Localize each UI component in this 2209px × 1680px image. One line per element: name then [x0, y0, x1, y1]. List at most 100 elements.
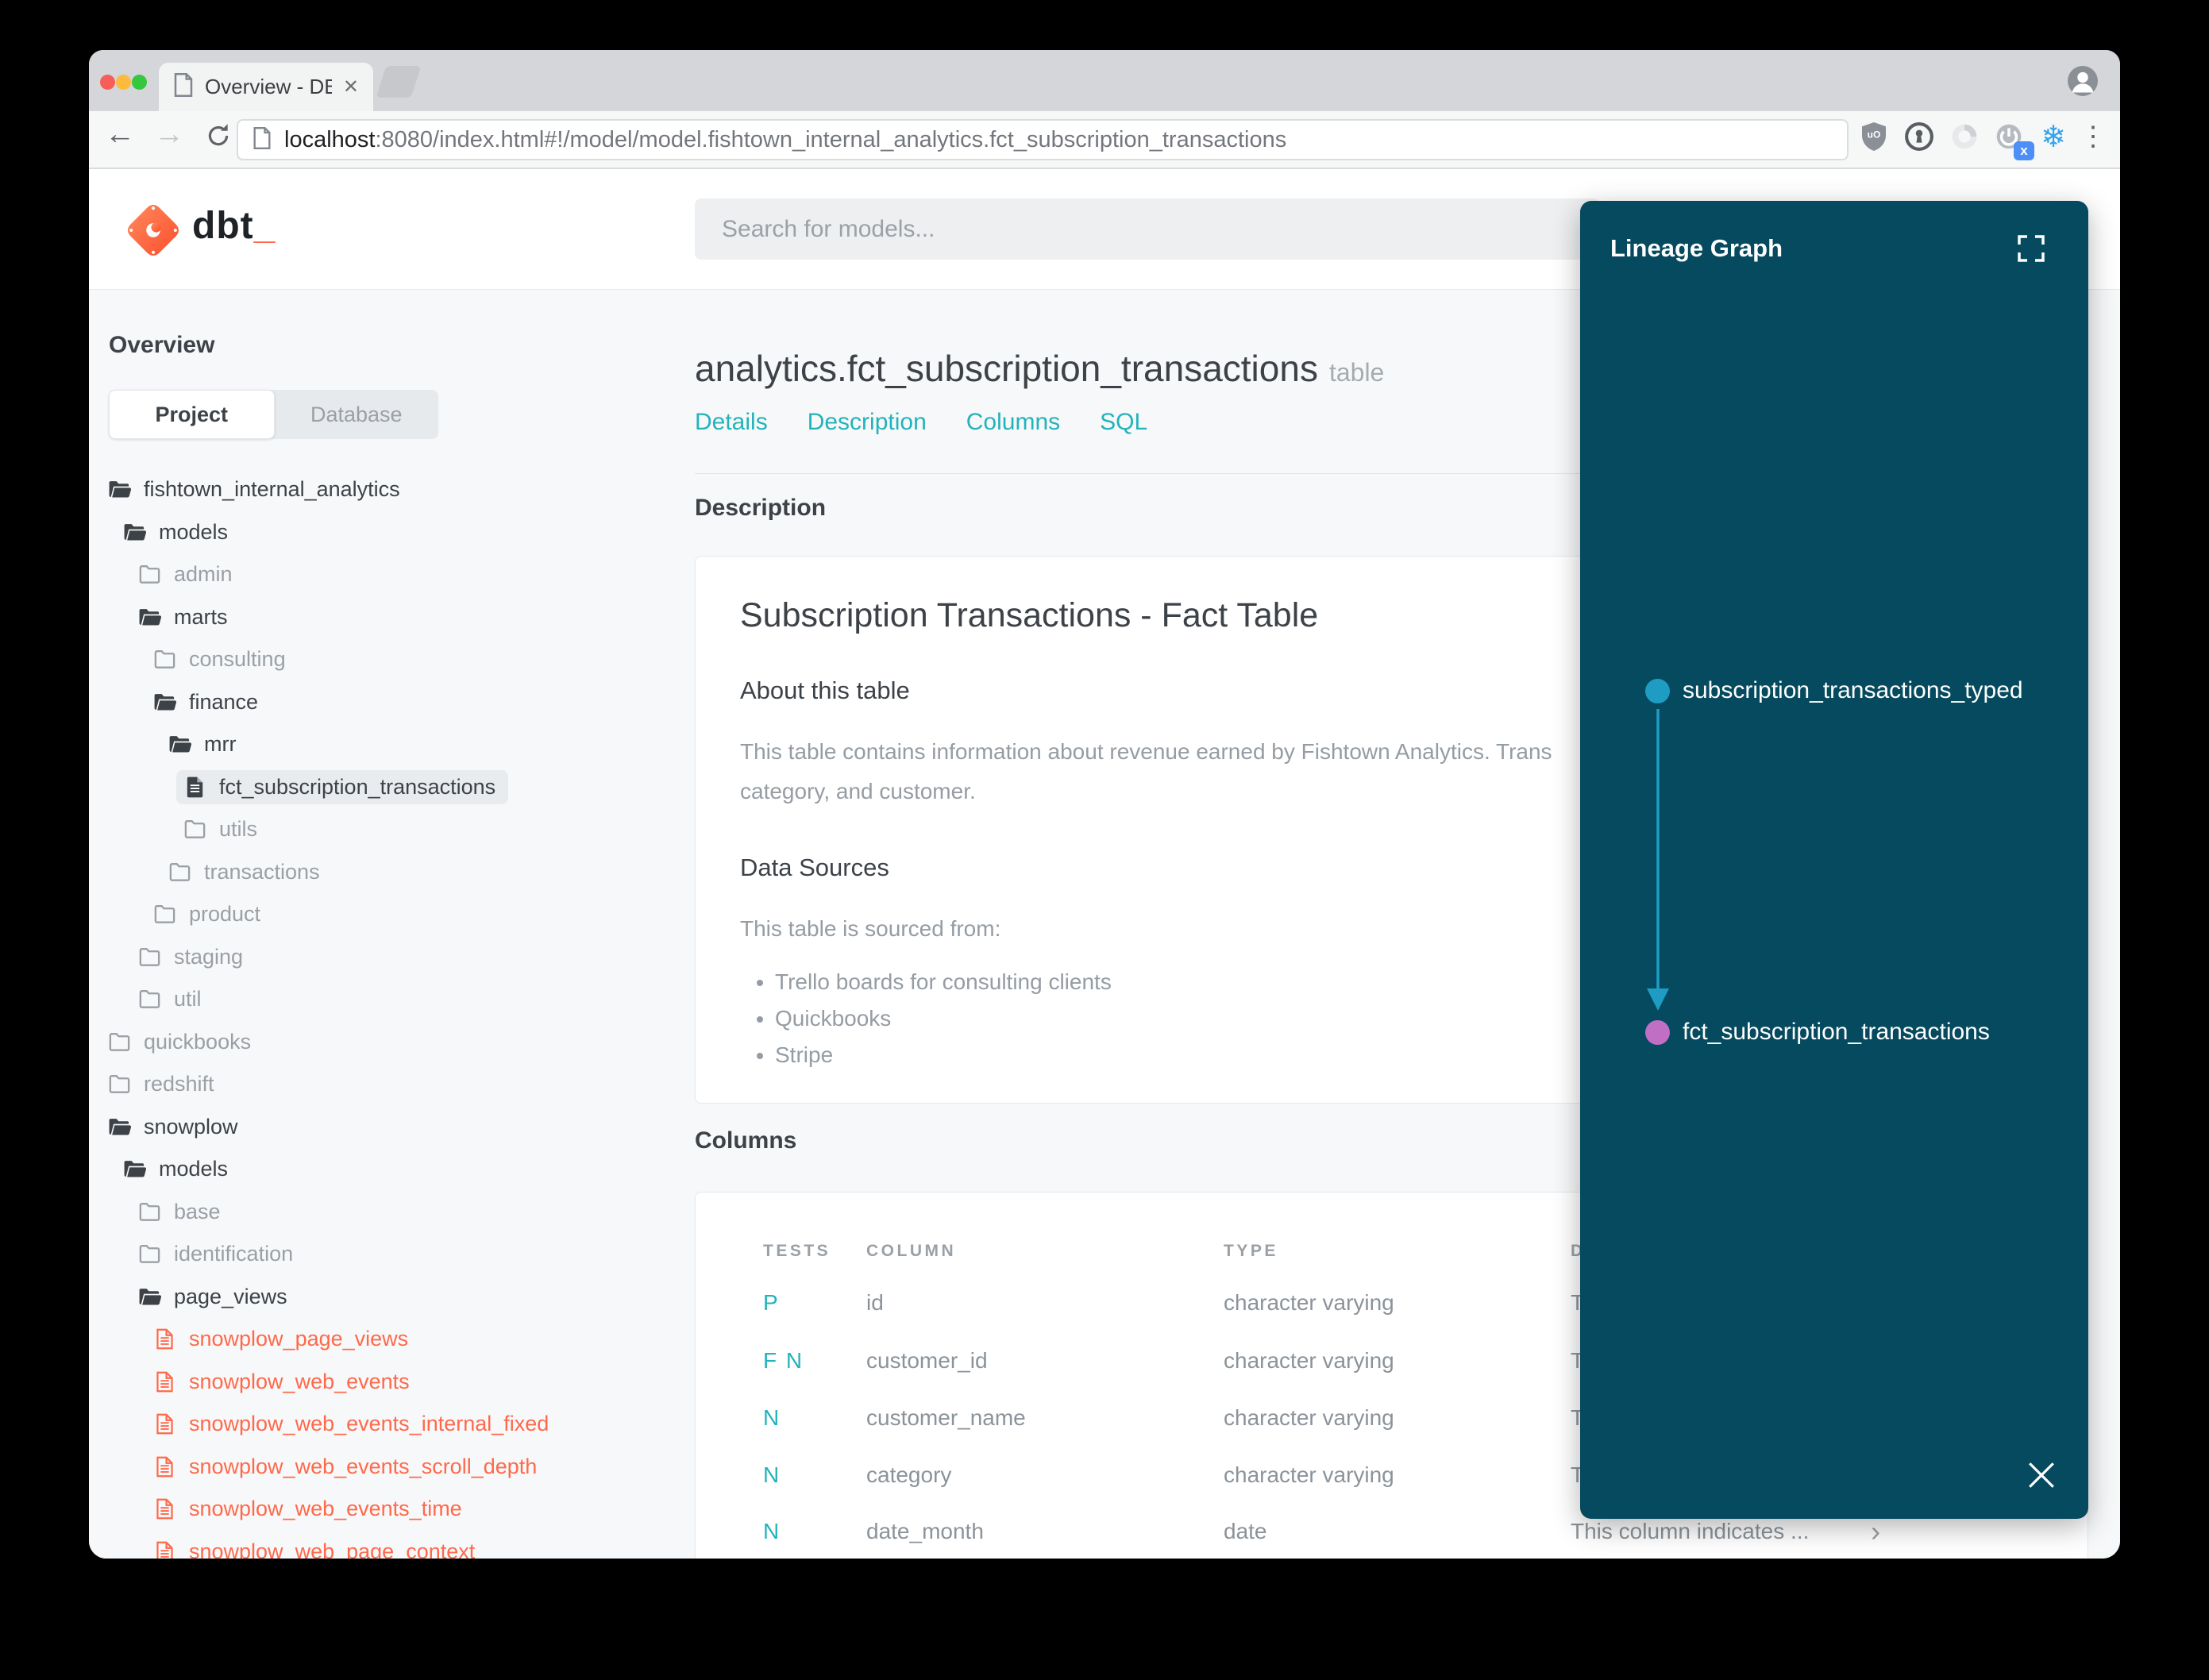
fullscreen-icon[interactable]	[2017, 234, 2045, 263]
tree-item-util[interactable]: util	[89, 978, 677, 1021]
nav-description[interactable]: Description	[808, 409, 927, 436]
close-window-button[interactable]	[100, 75, 115, 90]
tree-item-label: mrr	[204, 732, 237, 757]
search-input[interactable]	[695, 198, 1600, 260]
tree-item-snowplow[interactable]: snowplow	[89, 1106, 677, 1149]
profile-avatar-icon[interactable]	[2068, 66, 2098, 100]
tree-item-fct_subscription_transactions[interactable]: fct_subscription_transactions	[89, 766, 677, 809]
minimize-window-button[interactable]	[116, 75, 131, 90]
tree-item-staging[interactable]: staging	[89, 936, 677, 979]
tree-item-fishtown_internal_analytics[interactable]: fishtown_internal_analytics	[89, 468, 677, 511]
tree-item-utils[interactable]: utils	[89, 808, 677, 851]
expand-row-chevron-icon[interactable]: ›	[1871, 1515, 1880, 1548]
tests-badge: F N	[763, 1348, 804, 1373]
tree-item-redshift[interactable]: redshift	[89, 1063, 677, 1106]
tree-item-label: identification	[174, 1242, 294, 1266]
folder-icon	[137, 1242, 162, 1266]
power-extension-icon[interactable]: x	[1991, 119, 2034, 160]
tree-item-identification[interactable]: identification	[89, 1233, 677, 1276]
nav-details[interactable]: Details	[695, 409, 768, 436]
file-accent-icon	[152, 1539, 177, 1559]
file-accent-icon	[152, 1497, 177, 1521]
tree-item-base[interactable]: base	[89, 1191, 677, 1234]
onepassword-extension-icon[interactable]	[1902, 119, 1937, 154]
tree-item-label: redshift	[144, 1072, 214, 1096]
column-name: customer_id	[866, 1348, 988, 1373]
page-title: analytics.fct_subscription_transactions t…	[695, 348, 1385, 389]
tree-item-transactions[interactable]: transactions	[89, 851, 677, 894]
column-type: character varying	[1224, 1405, 1394, 1430]
tree-item-label: consulting	[189, 647, 286, 672]
nav-columns[interactable]: Columns	[966, 409, 1060, 436]
tree-item-label: snowplow_page_views	[189, 1327, 409, 1351]
tree-item-snowplow_page_views[interactable]: snowplow_page_views	[89, 1318, 677, 1361]
folder-icon	[152, 902, 177, 927]
tree-item-models[interactable]: models	[89, 511, 677, 554]
url-host: localhost	[284, 126, 376, 152]
logo-text: dbt	[192, 205, 254, 247]
tab-project[interactable]: Project	[109, 390, 275, 439]
browser-menu-icon[interactable]: ⋮	[2076, 119, 2111, 154]
back-icon[interactable]: ←	[100, 118, 140, 152]
lineage-node-current[interactable]: fct_subscription_transactions	[1645, 1019, 1990, 1046]
close-tab-icon[interactable]: ✕	[343, 75, 359, 98]
header-type: TYPE	[1224, 1242, 1278, 1260]
dbt-logo[interactable]: dbt_	[127, 204, 276, 256]
tree-item-marts[interactable]: marts	[89, 596, 677, 639]
folder-icon	[137, 1200, 162, 1224]
tree-item-label: util	[174, 987, 202, 1011]
tree-item-snowplow_web_events_scroll_depth[interactable]: snowplow_web_events_scroll_depth	[89, 1446, 677, 1489]
tab-database[interactable]: Database	[275, 390, 439, 439]
tree-item-models[interactable]: models	[89, 1148, 677, 1191]
tree-item-label: product	[189, 902, 261, 927]
tree-item-quickbooks[interactable]: quickbooks	[89, 1021, 677, 1064]
snowflake-extension-icon[interactable]: ❄	[2036, 119, 2071, 154]
tree-item-label: models	[159, 1157, 229, 1181]
page-favicon-icon	[173, 73, 194, 101]
tree-item-snowplow_web_events_internal_fixed[interactable]: snowplow_web_events_internal_fixed	[89, 1403, 677, 1446]
tree-item-label: admin	[174, 562, 233, 587]
url-bar[interactable]: localhost:8080/index.html#!/model/model.…	[237, 119, 1849, 160]
node-dot	[1645, 678, 1670, 703]
folder-open-icon	[168, 732, 192, 757]
close-lineage-icon[interactable]	[2026, 1460, 2057, 1490]
tree-item-label: marts	[174, 604, 228, 629]
lineage-title: Lineage Graph	[1610, 234, 1783, 262]
tree-item-snowplow_web_events_time[interactable]: snowplow_web_events_time	[89, 1488, 677, 1531]
tree-item-finance[interactable]: finance	[89, 681, 677, 724]
tree-item-label: utils	[219, 817, 258, 842]
file-accent-icon	[152, 1370, 177, 1394]
new-tab-button[interactable]	[376, 66, 422, 98]
svg-text:uO: uO	[1868, 129, 1881, 141]
folder-open-icon	[107, 477, 132, 502]
forward-icon[interactable]: →	[149, 118, 189, 152]
tree-item-mrr[interactable]: mrr	[89, 723, 677, 766]
ublock-extension-icon[interactable]: uO	[1856, 119, 1891, 154]
source-toggle: Project Database	[109, 390, 438, 439]
tree-item-page_views[interactable]: page_views	[89, 1276, 677, 1319]
tree-item-label: base	[174, 1199, 221, 1223]
tab-strip: Overview - DBT Docs ✕	[89, 50, 2120, 111]
tree-item-label: finance	[189, 689, 259, 714]
tree-item-label: fishtown_internal_analytics	[144, 477, 400, 502]
folder-icon	[137, 987, 162, 1011]
zoom-window-button[interactable]	[132, 75, 147, 90]
tree-item-snowplow_web_page_context[interactable]: snowplow_web_page_context	[89, 1531, 677, 1559]
tree-item-label: staging	[174, 944, 244, 969]
opera-swirl-extension-icon[interactable]	[1947, 119, 1982, 154]
tree-item-product[interactable]: product	[89, 893, 677, 936]
tree-item-label: snowplow_web_events_internal_fixed	[189, 1412, 549, 1436]
sidebar-overview-label: Overview	[109, 332, 215, 358]
reload-icon[interactable]	[199, 121, 238, 157]
header-column: COLUMN	[866, 1242, 957, 1260]
nav-sql[interactable]: SQL	[1100, 409, 1147, 436]
folder-open-icon	[137, 1285, 162, 1309]
tree-item-consulting[interactable]: consulting	[89, 638, 677, 681]
browser-tab[interactable]: Overview - DBT Docs ✕	[159, 63, 373, 111]
tree-item-snowplow_web_events[interactable]: snowplow_web_events	[89, 1361, 677, 1404]
lineage-node-upstream[interactable]: subscription_transactions_typed	[1645, 677, 2023, 704]
page-security-icon	[253, 126, 272, 153]
column-type: date	[1224, 1519, 1267, 1543]
folder-open-icon	[152, 690, 177, 715]
tree-item-admin[interactable]: admin	[89, 553, 677, 596]
